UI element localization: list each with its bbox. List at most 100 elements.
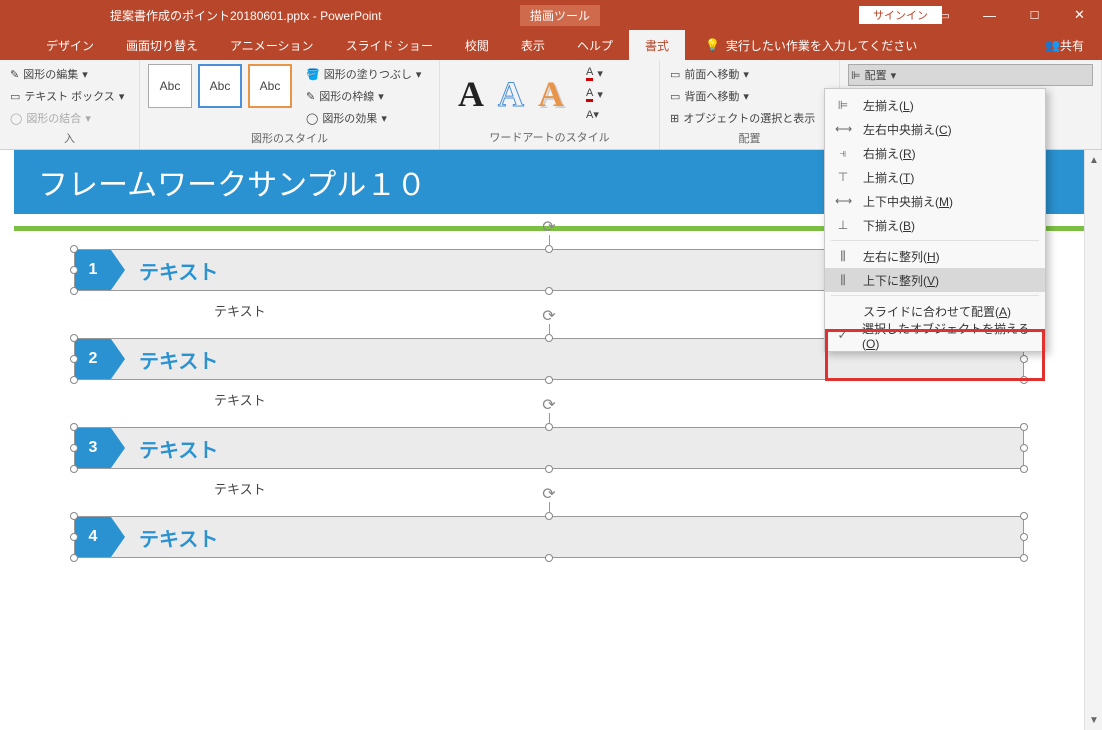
wordart-style-1[interactable]: A [458, 73, 484, 115]
resize-handle[interactable] [70, 245, 78, 253]
align-bottom-item[interactable]: ⊥下揃え(B) [825, 213, 1045, 237]
tab-transition[interactable]: 画面切り替え [110, 30, 214, 60]
shape-effects-button[interactable]: ◯図形の効果 ▾ [304, 108, 423, 128]
align-selected-item[interactable]: ✓選択したオブジェクトを揃える(O) [825, 323, 1045, 347]
rotate-handle[interactable]: ⟳ [539, 395, 559, 415]
shape-style-2[interactable]: Abc [198, 64, 242, 108]
edit-shape-icon: ✎ [10, 68, 19, 81]
bulb-icon: 💡 [705, 38, 720, 52]
tab-view[interactable]: 表示 [505, 30, 561, 60]
share-icon: 👥 [1045, 38, 1060, 52]
text-effects-button[interactable]: A▾ [584, 106, 605, 123]
align-right-item[interactable]: ⫣右揃え(R) [825, 141, 1045, 165]
distribute-v-item[interactable]: ⫼上下に整列(V) [825, 268, 1045, 292]
resize-handle[interactable] [70, 334, 78, 342]
ribbon-group-insert-shapes: ✎図形の編集 ▾ ▭テキスト ボックス ▾ ◯図形の結合 ▾ 入 [0, 60, 140, 149]
item-number: 3 [75, 428, 111, 468]
resize-handle[interactable] [545, 554, 553, 562]
resize-handle[interactable] [545, 376, 553, 384]
resize-handle[interactable] [70, 266, 78, 274]
resize-handle[interactable] [1020, 423, 1028, 431]
shape-outline-button[interactable]: ✎図形の枠線 ▾ [304, 86, 423, 106]
resize-handle[interactable] [545, 334, 553, 342]
resize-handle[interactable] [1020, 444, 1028, 452]
ribbon-group-shape-styles: Abc Abc Abc 🪣図形の塗りつぶし ▾ ✎図形の枠線 ▾ ◯図形の効果 … [140, 60, 440, 149]
align-dropdown-button[interactable]: ⊫配置 ▾ [848, 64, 1093, 86]
resize-handle[interactable] [1020, 512, 1028, 520]
align-center-h-icon: ⟷ [835, 122, 851, 136]
resize-handle[interactable] [545, 512, 553, 520]
resize-handle[interactable] [70, 465, 78, 473]
text-box-button[interactable]: ▭テキスト ボックス ▾ [8, 86, 131, 106]
item-label: テキスト [139, 434, 218, 463]
resize-handle[interactable] [1020, 355, 1028, 363]
effects-icon: ◯ [306, 112, 318, 125]
send-backward-button[interactable]: ▭背面へ移動 ▾ [668, 86, 831, 106]
tab-design[interactable]: デザイン [30, 30, 110, 60]
resize-handle[interactable] [545, 423, 553, 431]
selection-pane-button[interactable]: ⊞オブジェクトの選択と表示 [668, 108, 831, 128]
resize-handle[interactable] [1020, 465, 1028, 473]
ribbon-options-icon[interactable]: ▭ [922, 0, 967, 30]
selection-box[interactable]: 4テキスト [74, 516, 1024, 558]
resize-handle[interactable] [70, 444, 78, 452]
resize-handle[interactable] [545, 287, 553, 295]
resize-handle[interactable] [70, 355, 78, 363]
shape-fill-button[interactable]: 🪣図形の塗りつぶし ▾ [304, 64, 423, 84]
resize-handle[interactable] [70, 287, 78, 295]
align-top-item[interactable]: ⊤上揃え(T) [825, 165, 1045, 189]
resize-handle[interactable] [1020, 533, 1028, 541]
separator [831, 240, 1039, 241]
file-title: 提案書作成のポイント20180601.pptx - PowerPoint [110, 7, 381, 24]
resize-handle[interactable] [70, 533, 78, 541]
tab-review[interactable]: 校閲 [449, 30, 505, 60]
shape-style-1[interactable]: Abc [148, 64, 192, 108]
resize-handle[interactable] [70, 376, 78, 384]
item-number: 1 [75, 250, 111, 290]
maximize-button[interactable]: ☐ [1012, 0, 1057, 30]
group-label: 配置 [668, 128, 831, 148]
resize-handle[interactable] [70, 512, 78, 520]
scroll-up-icon[interactable]: ▲ [1086, 152, 1102, 168]
wordart-style-3[interactable]: A [538, 73, 564, 115]
shape-edit-button[interactable]: ✎図形の編集 ▾ [8, 64, 131, 84]
ribbon-tabs: デザイン 画面切り替え アニメーション スライド ショー 校閲 表示 ヘルプ 書… [0, 30, 1102, 60]
resize-handle[interactable] [545, 245, 553, 253]
distribute-h-icon: ⫼ [835, 249, 851, 264]
resize-handle[interactable] [1020, 554, 1028, 562]
text-fill-button[interactable]: A▾ [584, 64, 605, 83]
text-block[interactable]: ⟳ 4テキスト [74, 516, 1024, 558]
align-left-item[interactable]: ⊫左揃え(L) [825, 93, 1045, 117]
close-button[interactable]: ✕ [1057, 0, 1102, 30]
bring-forward-button[interactable]: ▭前面へ移動 ▾ [668, 64, 831, 84]
share-button[interactable]: 👥 共有 [1045, 37, 1084, 54]
vertical-scrollbar[interactable]: ▲ ▼ [1084, 150, 1102, 730]
tab-format[interactable]: 書式 [629, 30, 685, 60]
rotate-handle[interactable]: ⟳ [539, 484, 559, 504]
resize-handle[interactable] [70, 423, 78, 431]
minimize-button[interactable]: — [967, 0, 1012, 30]
resize-handle[interactable] [70, 554, 78, 562]
tab-animation[interactable]: アニメーション [214, 30, 330, 60]
chevron-down-icon: ▾ [743, 68, 749, 81]
shape-style-3[interactable]: Abc [248, 64, 292, 108]
tell-me[interactable]: 💡 実行したい作業を入力してください [705, 37, 917, 54]
resize-handle[interactable] [1020, 376, 1028, 384]
selection-box[interactable]: 3 テキスト [74, 427, 1024, 469]
scroll-down-icon[interactable]: ▼ [1086, 712, 1102, 728]
distribute-v-icon: ⫼ [835, 273, 851, 288]
rotate-handle[interactable]: ⟳ [539, 306, 559, 326]
ribbon-group-arrange: ▭前面へ移動 ▾ ▭背面へ移動 ▾ ⊞オブジェクトの選択と表示 配置 [660, 60, 840, 149]
align-middle-v-item[interactable]: ⟷上下中央揃え(M) [825, 189, 1045, 213]
rotate-handle[interactable]: ⟳ [539, 217, 559, 237]
align-bottom-icon: ⊥ [835, 218, 851, 232]
tab-slideshow[interactable]: スライド ショー [330, 30, 449, 60]
align-center-h-item[interactable]: ⟷左右中央揃え(C) [825, 117, 1045, 141]
item-subtext: テキスト [214, 390, 1024, 409]
chevron-down-icon: ▾ [85, 112, 91, 125]
wordart-style-2[interactable]: A [498, 73, 524, 115]
tab-help[interactable]: ヘルプ [561, 30, 629, 60]
text-outline-button[interactable]: A▾ [584, 85, 605, 104]
resize-handle[interactable] [545, 465, 553, 473]
distribute-h-item[interactable]: ⫼左右に整列(H) [825, 244, 1045, 268]
